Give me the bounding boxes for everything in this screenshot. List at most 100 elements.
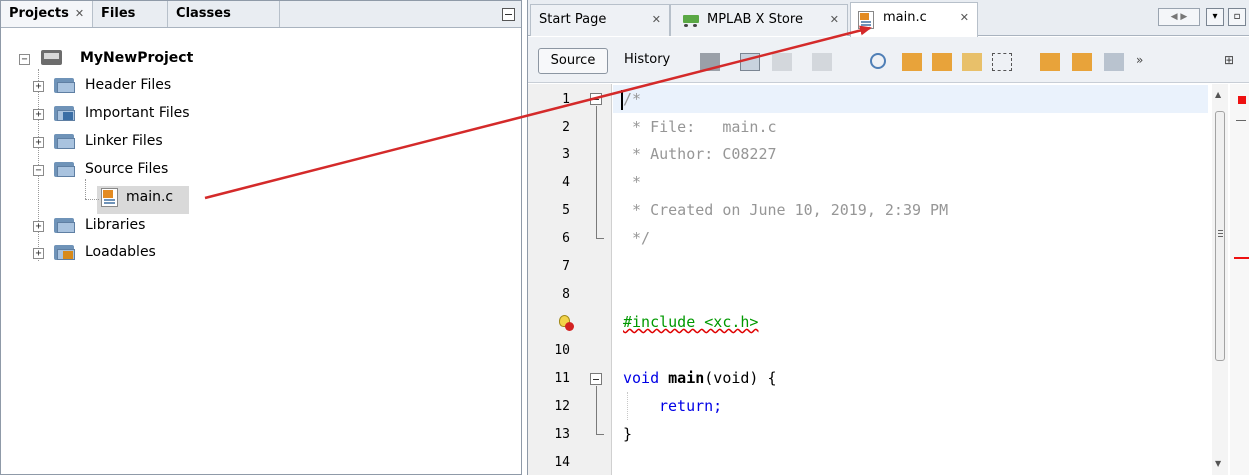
project-icon: [41, 50, 63, 66]
tab-list-dropdown-icon[interactable]: ▾: [1206, 8, 1224, 26]
fold-guide: [596, 434, 604, 435]
expand-loadables-icon[interactable]: +: [33, 248, 44, 259]
keyword-void: void: [623, 369, 660, 387]
line-number: 1: [562, 92, 570, 107]
back-dropdown-icon[interactable]: [772, 53, 792, 71]
split-view-icon[interactable]: ⊞: [1224, 53, 1244, 71]
tab-start-page-label: Start Page: [539, 12, 607, 27]
find-previous-icon[interactable]: [902, 53, 922, 71]
tree-item-libraries[interactable]: Libraries: [85, 217, 145, 233]
tab-mplab-store[interactable]: MPLAB X Store ✕: [670, 4, 848, 36]
scroll-down-icon[interactable]: ▼: [1215, 459, 1221, 468]
code-line-function: void main(void) {: [623, 369, 777, 387]
collapse-source-files-icon[interactable]: −: [33, 165, 44, 176]
expand-project-icon[interactable]: −: [19, 54, 30, 65]
source-folder-icon: [54, 160, 76, 178]
expand-libraries-icon[interactable]: +: [33, 221, 44, 232]
shopping-cart-icon: [681, 13, 701, 27]
caret-position-mark: [1236, 120, 1246, 121]
toggle-rect-selection-icon[interactable]: [992, 53, 1012, 71]
tab-files-label: Files: [101, 6, 136, 21]
libraries-folder-icon: [54, 216, 76, 234]
error-status-icon[interactable]: [1238, 96, 1246, 104]
back-icon[interactable]: [740, 53, 760, 71]
scroll-up-icon[interactable]: ▲: [1215, 90, 1221, 99]
tree-item-source-files[interactable]: Source Files: [85, 161, 168, 177]
line-number: 13: [554, 427, 570, 442]
line-number: 7: [562, 259, 570, 274]
tab-main-c[interactable]: main.c ✕: [850, 2, 978, 37]
linker-folder-icon: [54, 132, 76, 150]
tab-mplab-store-close-icon[interactable]: ✕: [830, 5, 839, 35]
tree-item-important-files[interactable]: Important Files: [85, 105, 190, 121]
expand-important-files-icon[interactable]: +: [33, 109, 44, 120]
previous-bookmark-icon[interactable]: [1040, 53, 1060, 71]
loadables-folder-icon: [54, 243, 76, 261]
code-line-return: return;: [659, 397, 722, 415]
tab-files[interactable]: Files: [93, 1, 169, 27]
error-mark[interactable]: [1234, 257, 1249, 259]
code-line: * Created on June 10, 2019, 2:39 PM: [623, 201, 949, 219]
code-line: */: [623, 229, 651, 247]
vertical-scrollbar[interactable]: ▲ ▼: [1212, 84, 1228, 475]
line-number: 4: [562, 175, 570, 190]
tree-connector: [85, 199, 99, 200]
editor-tab-bar: Start Page ✕ MPLAB X Store ✕ main.c ✕ ◀ …: [528, 0, 1249, 37]
header-folder-icon: [54, 76, 76, 94]
last-edit-icon[interactable]: [700, 53, 720, 71]
tree-item-loadables[interactable]: Loadables: [85, 244, 156, 260]
source-view-button[interactable]: Source: [538, 48, 608, 74]
fold-guide: [596, 106, 597, 238]
keyword-return: return;: [659, 397, 723, 415]
function-name: main: [668, 369, 705, 387]
error-stripe: [1230, 84, 1249, 475]
function-params: (void) {: [704, 369, 777, 387]
tab-main-c-close-icon[interactable]: ✕: [960, 3, 969, 33]
tab-main-c-label: main.c: [883, 10, 927, 25]
tab-mplab-store-label: MPLAB X Store: [707, 12, 803, 27]
toggle-bookmark-icon[interactable]: [1104, 53, 1124, 71]
tree-item-linker-files[interactable]: Linker Files: [85, 133, 163, 149]
scrollbar-thumb[interactable]: [1215, 111, 1225, 361]
tab-start-page-close-icon[interactable]: ✕: [652, 5, 661, 35]
tab-classes[interactable]: Classes: [168, 1, 281, 27]
tab-classes-label: Classes: [176, 6, 231, 21]
line-number-gutter: 1 2 3 4 5 6 7 8 10 11 12 13 14: [528, 84, 612, 475]
fold-guide: [596, 238, 604, 239]
line-number: 5: [562, 203, 570, 218]
expand-linker-files-icon[interactable]: +: [33, 137, 44, 148]
fold-comment-icon[interactable]: [590, 93, 602, 105]
indent-guide: [627, 392, 628, 420]
tab-start-page[interactable]: Start Page ✕: [530, 4, 670, 36]
forward-dropdown-icon[interactable]: [812, 53, 832, 71]
code-line: * File: main.c: [623, 118, 777, 136]
line-number: 10: [554, 343, 570, 358]
history-view-button[interactable]: History: [624, 48, 670, 74]
editor-panel: Start Page ✕ MPLAB X Store ✕ main.c ✕ ◀ …: [527, 0, 1249, 475]
tree-connector: [85, 179, 86, 199]
current-line-highlight: [613, 85, 1208, 113]
projects-tab-bar: Projects ✕ Files Classes: [1, 1, 521, 28]
code-line-include: #include <xc.h>: [623, 313, 759, 331]
tab-projects-close-icon[interactable]: ✕: [75, 7, 84, 20]
expand-header-files-icon[interactable]: +: [33, 81, 44, 92]
tab-scroll-arrows[interactable]: ◀ ▶: [1158, 8, 1200, 26]
tree-item-main-c[interactable]: main.c: [126, 189, 173, 205]
tab-projects[interactable]: Projects ✕: [1, 1, 94, 27]
minimize-panel-icon[interactable]: [502, 8, 515, 21]
more-tools-icon[interactable]: »: [1136, 53, 1156, 71]
find-next-icon[interactable]: [932, 53, 952, 71]
line-number: 11: [554, 371, 570, 386]
error-bulb-icon[interactable]: [558, 315, 574, 331]
next-bookmark-icon[interactable]: [1072, 53, 1092, 71]
code-editor[interactable]: /* * File: main.c * Author: C08227 * * C…: [613, 84, 1213, 475]
code-line-close: }: [623, 425, 633, 443]
fold-function-icon[interactable]: [590, 373, 602, 385]
find-selection-icon[interactable]: [870, 53, 886, 69]
project-name[interactable]: MyNewProject: [80, 50, 193, 66]
maximize-window-icon[interactable]: ▫: [1228, 8, 1246, 26]
tree-item-header-files[interactable]: Header Files: [85, 77, 171, 93]
toggle-highlight-icon[interactable]: [962, 53, 982, 71]
c-file-icon: [100, 188, 120, 208]
important-folder-icon: [54, 104, 76, 122]
